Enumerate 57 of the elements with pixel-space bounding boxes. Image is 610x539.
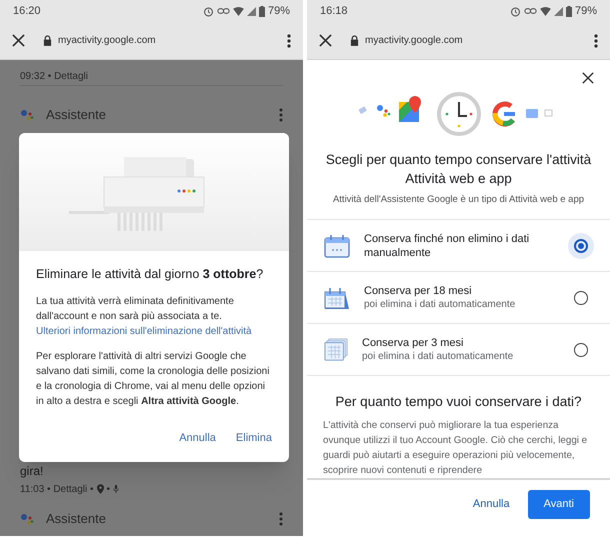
battery-icon	[258, 6, 265, 16]
url-text[interactable]: myactivity.google.com	[58, 33, 156, 48]
close-icon[interactable]	[319, 34, 332, 47]
retention-option[interactable]: Conserva finché non elimino i dati manualmente	[307, 220, 610, 272]
signal-icon	[554, 6, 563, 16]
assistant-icon	[20, 109, 34, 121]
section-title: Assistente	[46, 510, 106, 528]
lock-icon	[350, 35, 359, 46]
activity-meta: 09:32 • Dettagli	[20, 70, 88, 84]
separator-dot: •	[106, 482, 110, 496]
battery-level: 79%	[268, 4, 290, 19]
link-icon	[524, 7, 537, 15]
link-icon	[216, 7, 230, 15]
calendar-icon	[324, 234, 350, 258]
retention-option[interactable]: Conserva per 3 mesi poi elimina i dati automaticamente	[307, 324, 610, 376]
close-icon[interactable]	[12, 34, 25, 47]
section-heading: Per quanto tempo vuoi conservare i dati?	[334, 393, 583, 412]
retention-option[interactable]: Conserva per 18 mesi poi elimina i dati automaticamente	[307, 272, 610, 324]
more-options-icon[interactable]	[287, 34, 291, 48]
signal-icon	[246, 6, 256, 16]
dialog-button[interactable]: Elimina	[228, 426, 280, 450]
option-detail: poi elimina i dati automaticamente	[364, 298, 516, 312]
battery-icon	[566, 6, 572, 16]
option-title: Conserva per 3 mesi	[362, 336, 464, 350]
wifi-icon	[540, 6, 551, 16]
lock-icon	[43, 35, 52, 46]
calendar-icon	[324, 286, 350, 310]
alarm-icon	[510, 6, 521, 16]
calendar-icon	[324, 338, 348, 362]
option-title: Conserva per 18 mesi	[364, 284, 473, 298]
dialog-text: Per esplorare l'attività di altri servizi Google che salvano dati simili, come la cronologia delle posizioni e la cronologia di Chrome, vai al menu delle opzioni in alto a destra e scegli Altra attività Google.	[36, 350, 270, 409]
close-icon[interactable]	[582, 72, 594, 84]
wifi-icon	[232, 6, 244, 16]
microphone-icon	[113, 484, 120, 494]
location-pin-icon	[96, 484, 104, 494]
url-text[interactable]: myactivity.google.com	[365, 33, 463, 48]
section-text: L'attività che conservi può migliorare la tua esperienza ovunque utilizzi il tuo Account Google. Ciò che cerchi, leggi e guardi può aiutarti a eseguire operazioni più velocemente, scoprire nuovi contenuti e riprendere	[322, 418, 588, 478]
page-subtitle: Attività dell'Assistente Google è un tipo di Attività web e app	[332, 193, 586, 207]
status-time: 16:18	[320, 4, 348, 19]
battery-level: 79%	[574, 4, 597, 19]
alarm-icon	[202, 6, 214, 16]
activity-meta: 11:03 • Dettagli •	[20, 482, 94, 496]
dialog-text: La tua attività verrà eliminata definitivamente dall'account e non sarà più associata a te.	[36, 294, 235, 324]
page-title: Scegli per quanto tempo conservare l'attività Attività web e app	[324, 151, 592, 188]
dialog-button[interactable]: Annulla	[171, 426, 224, 450]
assistant-icon	[20, 513, 34, 525]
section-title: Assistente	[46, 106, 106, 124]
info-link[interactable]: Ulteriori informazioni sull'eliminazione dell'attività	[36, 324, 272, 339]
more-options-icon[interactable]	[594, 34, 598, 48]
dialog-title: Eliminare le attività dal giorno 3 ottobre?	[36, 266, 264, 283]
cancel-button[interactable]: Annulla	[464, 490, 518, 519]
status-time: 16:20	[13, 4, 41, 19]
option-title: Conserva finché non elimino i dati manualmente	[364, 232, 530, 260]
activity-text: gira!	[20, 463, 44, 480]
next-button[interactable]: Avanti	[528, 490, 590, 519]
radio-button[interactable]	[568, 232, 594, 259]
option-detail: poi elimina i dati automaticamente	[362, 350, 514, 364]
